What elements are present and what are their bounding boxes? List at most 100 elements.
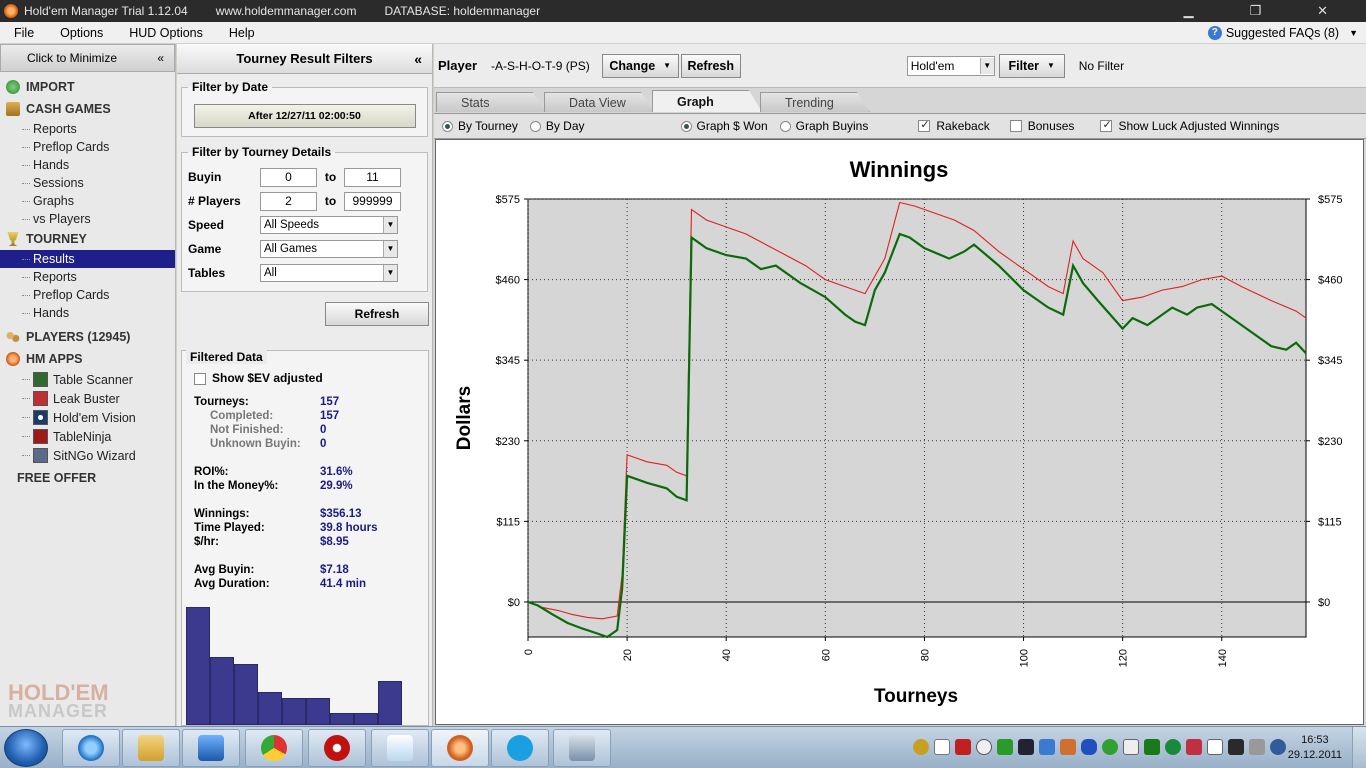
by-tourney-option[interactable]: By Tourney: [442, 119, 518, 133]
app-holdem-vision[interactable]: Hold'em Vision: [0, 408, 175, 427]
stat-label: Tourneys:: [194, 396, 249, 408]
nav-cash-vs-players[interactable]: vs Players: [0, 210, 175, 228]
tray-updates-icon[interactable]: [1165, 739, 1181, 755]
close-window-button[interactable]: ✕: [1317, 3, 1328, 19]
luck-adjusted-checkbox[interactable]: [1100, 118, 1113, 132]
menu-hud-options[interactable]: HUD Options: [115, 26, 215, 40]
task-skype[interactable]: [491, 729, 549, 767]
chevron-down-icon: ▼: [383, 241, 397, 257]
graph-buyins-radio[interactable]: [779, 120, 791, 132]
menu-options[interactable]: Options: [46, 26, 115, 40]
tray-red-icon[interactable]: [955, 739, 971, 755]
stat-label: In the Money%:: [194, 480, 279, 492]
tray-sync-icon[interactable]: [1102, 739, 1118, 755]
nav-import[interactable]: IMPORT: [0, 76, 175, 98]
task-ie[interactable]: [62, 729, 120, 767]
graph-won-option[interactable]: Graph $ Won: [680, 119, 768, 133]
bonuses-option[interactable]: Bonuses: [1009, 119, 1074, 133]
luck-adjusted-option[interactable]: Show Luck Adjusted Winnings: [1100, 118, 1279, 133]
app-tableninja[interactable]: TableNinja: [0, 427, 175, 446]
refresh-player-button[interactable]: Refresh: [680, 53, 741, 78]
game-select[interactable]: All Games ▼: [260, 240, 398, 258]
buyin-min-input[interactable]: 0: [260, 167, 317, 187]
clock[interactable]: 16:53 29.12.2011: [1288, 733, 1342, 763]
buyin-max-input[interactable]: 11: [344, 167, 401, 187]
nav-tourney[interactable]: TOURNEY: [0, 228, 175, 250]
tray-b-icon[interactable]: [934, 739, 950, 755]
filter-refresh-button[interactable]: Refresh: [325, 302, 429, 326]
show-desktop-button[interactable]: [1352, 727, 1366, 768]
menu-file[interactable]: File: [0, 26, 46, 40]
tray-action-center-icon[interactable]: [1123, 739, 1139, 755]
minimize-window-button[interactable]: ▁: [1183, 3, 1193, 19]
tab-trending[interactable]: Trending: [760, 92, 870, 112]
nav-tourney-hands[interactable]: Hands: [0, 304, 175, 322]
rakeback-option[interactable]: Rakeback: [918, 118, 990, 133]
tab-stats[interactable]: Stats: [436, 92, 546, 112]
tray-check-icon[interactable]: [997, 739, 1013, 755]
app-sitngo-wizard[interactable]: SitNGo Wizard: [0, 446, 175, 465]
nav-tourney-reports[interactable]: Reports: [0, 268, 175, 286]
filter-button[interactable]: Filter ▼: [998, 53, 1065, 78]
task-pokerstars[interactable]: [308, 729, 366, 767]
tray-ball-icon[interactable]: [976, 739, 992, 755]
nav-cash-hands[interactable]: Hands: [0, 156, 175, 174]
maximize-window-button[interactable]: ❐: [1249, 3, 1261, 19]
show-ev-row[interactable]: Show $EV adjusted: [194, 371, 323, 385]
tray-usb-icon[interactable]: [1186, 739, 1202, 755]
nav-cash-graphs[interactable]: Graphs: [0, 192, 175, 210]
tray-network-icon[interactable]: [1144, 739, 1160, 755]
tray-monitor-icon[interactable]: [1018, 739, 1034, 755]
app-leak-buster[interactable]: Leak Buster: [0, 389, 175, 408]
tab-data-view[interactable]: Data View: [544, 92, 654, 112]
app-table-scanner[interactable]: Table Scanner: [0, 370, 175, 389]
task-media-player[interactable]: [182, 729, 240, 767]
nav-cash-reports[interactable]: Reports: [0, 120, 175, 138]
graph-won-radio[interactable]: [680, 120, 692, 132]
nav-hm-apps[interactable]: HM APPS: [0, 348, 175, 370]
tray-screen-icon[interactable]: [1228, 739, 1244, 755]
speed-select[interactable]: All Speeds ▼: [260, 216, 398, 234]
nav-cash-preflop[interactable]: Preflop Cards: [0, 138, 175, 156]
change-player-button[interactable]: Change ▼: [601, 53, 679, 78]
players-min-input[interactable]: 2: [260, 191, 317, 211]
suggested-faqs[interactable]: ? Suggested FAQs (8) ▼: [1207, 22, 1358, 44]
bonuses-checkbox[interactable]: [1009, 120, 1022, 132]
nav-tourney-results[interactable]: Results: [0, 250, 175, 268]
nav-tourney-preflop[interactable]: Preflop Cards: [0, 286, 175, 304]
task-calculator[interactable]: [553, 729, 611, 767]
players-max-input[interactable]: 999999: [344, 191, 401, 211]
y-tick-label-left: $0: [508, 597, 520, 609]
show-ev-checkbox[interactable]: [194, 372, 206, 385]
task-chrome[interactable]: [245, 729, 303, 767]
tray-phone-icon[interactable]: [1207, 739, 1223, 755]
tray-flag-icon[interactable]: [1039, 739, 1055, 755]
tables-select[interactable]: All ▼: [260, 264, 398, 282]
game-type-select[interactable]: Hold'em ▼: [906, 55, 995, 76]
task-explorer[interactable]: [122, 729, 180, 767]
minimize-nav-button[interactable]: Click to Minimize «: [0, 44, 175, 72]
nav-free-offer[interactable]: FREE OFFER: [0, 467, 175, 489]
tray-app-icon[interactable]: [913, 739, 929, 755]
tray-volume-icon[interactable]: [1060, 739, 1076, 755]
tab-graph[interactable]: Graph: [652, 90, 762, 112]
collapse-panel-icon[interactable]: «: [414, 51, 422, 67]
by-tourney-radio[interactable]: [442, 120, 453, 132]
tray-speaker-icon[interactable]: [1249, 739, 1265, 755]
nav-cash-games[interactable]: CASH GAMES: [0, 98, 175, 120]
nav-cash-sessions[interactable]: Sessions: [0, 174, 175, 192]
date-filter-button[interactable]: After 12/27/11 02:00:50: [193, 104, 416, 128]
task-notepad[interactable]: [371, 729, 429, 767]
histogram-bar: [234, 663, 258, 725]
by-day-radio[interactable]: [529, 120, 541, 132]
rakeback-checkbox[interactable]: [918, 118, 931, 132]
task-holdem-manager[interactable]: [431, 729, 489, 767]
graph-buyins-option[interactable]: Graph Buyins: [779, 119, 868, 133]
chevron-down-icon: ▼: [383, 265, 397, 281]
menu-help[interactable]: Help: [215, 26, 267, 40]
by-day-option[interactable]: By Day: [529, 119, 585, 133]
tray-bluetooth-icon[interactable]: [1081, 739, 1097, 755]
nav-players[interactable]: PLAYERS (12945): [0, 326, 175, 348]
start-button[interactable]: [4, 729, 48, 767]
tray-lang-icon[interactable]: [1270, 739, 1286, 755]
